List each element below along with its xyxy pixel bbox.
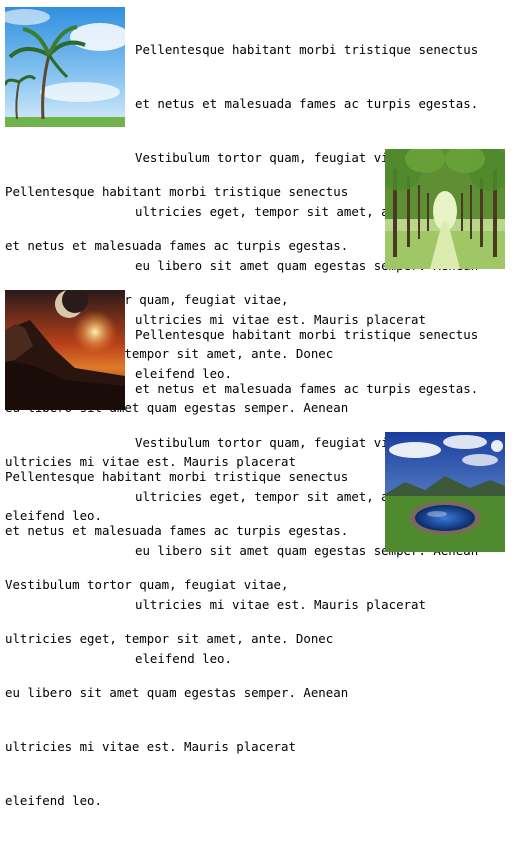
text-line: et netus et malesuada fames ac turpis eg… bbox=[135, 381, 479, 396]
planet-sunset-image bbox=[5, 290, 125, 410]
article-1: Pellentesque habitant morbi tristique se… bbox=[5, 5, 510, 381]
text-line: Pellentesque habitant morbi tristique se… bbox=[135, 42, 479, 57]
article-3: Pellentesque habitant morbi tristique se… bbox=[5, 290, 510, 666]
text-line: Pellentesque habitant morbi tristique se… bbox=[135, 327, 479, 342]
article-2: Pellentesque habitant morbi tristique se… bbox=[5, 147, 510, 523]
text-line: eu libero sit amet quam egestas semper. … bbox=[5, 685, 349, 700]
text-line: ultricies eget, tempor sit amet, ante. D… bbox=[5, 631, 334, 646]
text-line: Vestibulum tortor quam, feugiat vitae, bbox=[5, 577, 289, 592]
palm-tree-image bbox=[5, 7, 125, 127]
text-line: et netus et malesuada fames ac turpis eg… bbox=[5, 238, 349, 253]
article-4: Pellentesque habitant morbi tristique se… bbox=[5, 432, 510, 808]
text-line: et netus et malesuada fames ac turpis eg… bbox=[5, 523, 349, 538]
tree-lined-path-image bbox=[385, 149, 505, 269]
text-line: eleifend leo. bbox=[5, 793, 102, 808]
text-line: ultricies mi vitae est. Mauris placerat bbox=[5, 739, 296, 754]
article-4-text: Pellentesque habitant morbi tristique se… bbox=[5, 432, 348, 846]
text-line: et netus et malesuada fames ac turpis eg… bbox=[135, 96, 479, 111]
text-line: Pellentesque habitant morbi tristique se… bbox=[5, 469, 349, 484]
text-line: Pellentesque habitant morbi tristique se… bbox=[5, 184, 349, 199]
mountain-lake-image bbox=[385, 432, 505, 552]
